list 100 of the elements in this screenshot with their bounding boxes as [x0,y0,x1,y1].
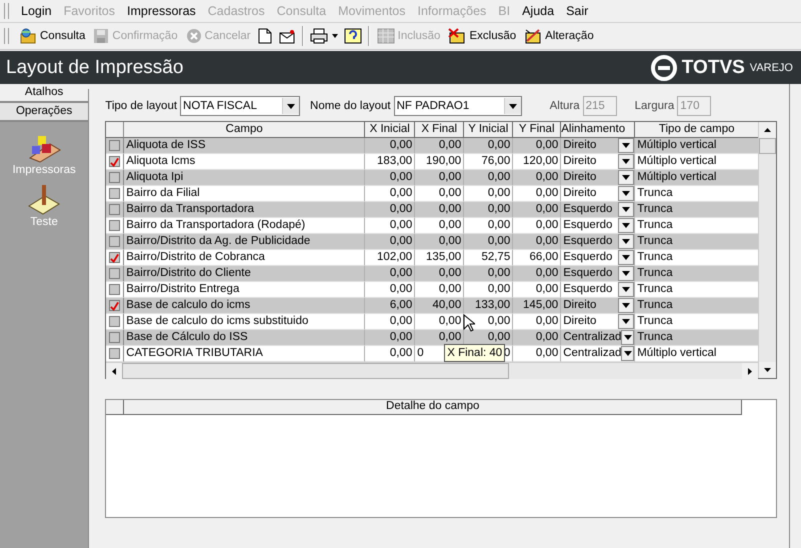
checkbox[interactable] [109,236,120,247]
dropdown-button[interactable] [618,250,634,265]
table-cell-text: Direito [562,170,596,185]
sidebar-tab[interactable]: Operações [0,103,88,122]
toolbar-button[interactable]: Alteração [520,24,598,48]
vertical-scrollbar[interactable] [758,122,776,378]
table-cell-text: Direito [562,154,596,169]
up-arrow-icon[interactable] [764,128,771,132]
scrollbar-thumb[interactable] [122,363,510,379]
checkbox[interactable] [109,268,120,279]
column-header[interactable]: Campo [124,122,366,138]
menu-item[interactable]: Ajuda [516,4,560,18]
table-cell-text: Esquerdo [562,218,612,233]
check-icon [110,300,120,310]
right-arrow-icon[interactable] [748,368,752,374]
layout-name-dropdown[interactable]: NF PADRAO1 [394,96,522,116]
table-cell-text: Esquerdo [562,266,612,281]
menu-item[interactable]: Login [15,4,58,18]
table-cell-text: Esquerdo [562,282,612,297]
column-header: Detalhe do campo [124,400,742,415]
dropdown-button[interactable] [618,234,634,249]
caret-icon [622,271,630,276]
caret-icon [624,335,632,340]
checkbox[interactable] [109,188,120,199]
notepad-icon [27,184,62,216]
menu-item[interactable]: Sair [560,4,594,18]
table-cell-text: Esquerdo [562,234,612,249]
envelope-icon [278,28,296,44]
grid-corner [106,400,124,415]
cancel-icon [186,28,202,44]
scrollbar-thumb[interactable] [759,138,776,154]
grid-icon [376,28,395,44]
checkbox[interactable] [109,252,120,263]
caret-icon [287,104,296,108]
caret-icon [622,239,630,244]
dropdown-button[interactable] [618,282,634,297]
table-cell-text: Esquerdo [562,202,612,217]
column-header[interactable]: Alinhamento [561,122,636,138]
dropdown-button[interactable] [618,218,634,233]
dropdown-button[interactable] [621,346,634,361]
caret-icon [622,287,630,292]
dropdown-button[interactable] [618,170,634,185]
caret-icon [622,175,630,180]
checkbox[interactable] [109,156,120,167]
down-arrow-icon[interactable] [764,368,771,372]
field-label: Altura [550,100,580,112]
menu-item[interactable]: Impressoras [121,4,202,18]
checkbox[interactable] [109,300,120,311]
table-cell-text: Direito [562,314,596,329]
checkbox[interactable] [109,348,120,359]
field-label: Nome do layout [310,100,391,112]
column-header[interactable]: Y Final [513,122,562,138]
dropdown-button[interactable] [621,330,634,345]
checkbox[interactable] [109,220,120,231]
column-header[interactable]: X Final [415,122,464,138]
toolbar-button[interactable]: Exclusão [444,24,520,48]
table-cell-text: Direito [562,138,596,153]
column-header[interactable]: Y Inicial [464,122,514,138]
brand-logo-icon [650,54,677,80]
dropdown-button[interactable] [618,314,634,329]
checkbox[interactable] [109,316,120,327]
edit-icon [524,28,542,44]
left-arrow-icon[interactable] [112,368,116,374]
checkbox[interactable] [109,332,120,343]
table-cell-text: Centralizad [562,330,622,345]
column-header[interactable]: Tipo de campo [635,122,758,138]
checkbox[interactable] [109,284,120,295]
field-label: Largura [634,100,674,112]
checkbox[interactable] [109,140,120,151]
caret-icon [622,159,630,164]
dropdown-button[interactable] [618,298,634,313]
folder-icon [19,28,37,44]
horizontal-scrollbar[interactable] [106,362,758,379]
toolbar-grip [4,28,9,44]
dropdown-button[interactable] [618,186,634,201]
layout-type-dropdown[interactable]: NOTA FISCAL [180,96,300,116]
dropdown-button[interactable] [618,266,634,281]
table-cell-text: Esquerdo [562,250,612,265]
caret-icon [624,351,632,356]
check-icon [110,252,120,262]
checkbox[interactable] [109,172,120,183]
brand-subtitle: VAREJO [750,62,793,74]
floppy-icon [93,28,110,44]
check-icon [110,156,120,166]
field-label: Tipo de layout [105,100,178,112]
delete-icon [448,28,466,44]
caret-icon [622,303,630,308]
sidebar-tab[interactable]: Atalhos [0,84,88,103]
toolbar-button[interactable]: Consulta [15,24,90,48]
caret-icon [508,104,517,108]
dropdown-button[interactable] [618,154,634,169]
dropdown-button[interactable] [618,202,634,217]
checkbox[interactable] [109,204,120,215]
column-header[interactable]: X Inicial [365,122,416,138]
caret-icon [622,207,630,212]
table-cell-text: Direito [562,298,596,313]
caret-icon [622,223,630,228]
dropdown-button[interactable] [618,138,634,153]
page-icon [258,28,272,44]
caret-icon [622,255,630,260]
